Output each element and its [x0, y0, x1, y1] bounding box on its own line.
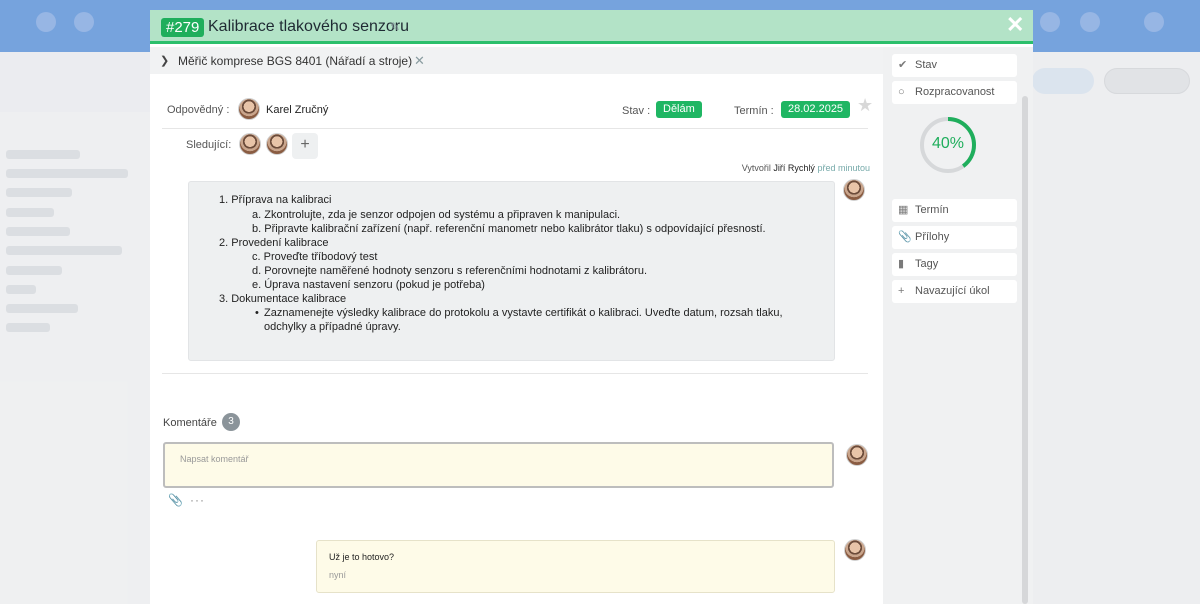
- check-icon: ✔: [898, 59, 908, 71]
- task-side-panel: ✔ Stav ○ Rozpracovanost 40% ▦ Termín 📎 P…: [883, 47, 1033, 604]
- deadline-button[interactable]: ▦ Termín: [892, 199, 1017, 222]
- attachments-button[interactable]: 📎 Přílohy: [892, 226, 1017, 249]
- follow-up-button[interactable]: + Navazující úkol: [892, 280, 1017, 303]
- description-line: a. Zkontrolujte, zda je senzor odpojen o…: [252, 209, 621, 221]
- status-button[interactable]: ✔ Stav: [892, 54, 1017, 77]
- breadcrumb: ❯ Měřič komprese BGS 8401 (Nářadí a stro…: [150, 47, 883, 74]
- description-line: c. Proveďte tříbodový test: [252, 251, 378, 263]
- description-line: 2. Provedení kalibrace: [219, 237, 329, 249]
- status-button-label: Stav: [915, 59, 938, 71]
- circle-icon: ○: [898, 86, 905, 98]
- description-line: d. Porovnejte naměřené hodnoty senzoru s…: [252, 265, 647, 277]
- status-label: Stav :: [622, 105, 651, 117]
- creator-time: před minutou: [817, 163, 870, 173]
- breadcrumb-project[interactable]: Měřič komprese BGS 8401 (Nářadí a stroje…: [178, 54, 412, 68]
- task-description[interactable]: 1. Příprava na kalibraci a. Zkontrolujte…: [188, 181, 835, 361]
- add-follower-button[interactable]: +: [292, 133, 318, 159]
- status-badge[interactable]: Dělám: [656, 101, 702, 118]
- description-line: odchylky a případné úpravy.: [264, 321, 401, 333]
- star-icon[interactable]: ★: [857, 95, 873, 116]
- chevron-right-icon[interactable]: ❯: [160, 54, 169, 67]
- divider: [162, 128, 868, 129]
- avatar[interactable]: [266, 133, 288, 155]
- comment-time: nyní: [329, 570, 347, 580]
- bookmark-icon: ▮: [898, 258, 905, 270]
- avatar: [846, 444, 868, 466]
- followers-label: Sledující:: [186, 139, 232, 151]
- comment-text: Už je to hotovo?: [329, 552, 395, 562]
- description-line: 1. Příprava na kalibraci: [219, 194, 332, 206]
- scrollbar[interactable]: [1022, 96, 1028, 604]
- comment-item: Už je to hotovo? nyní: [316, 540, 835, 593]
- plus-icon: +: [898, 285, 905, 297]
- description-line: e. Úprava nastavení senzoru (pokud je po…: [252, 279, 485, 291]
- progress-button[interactable]: ○ Rozpracovanost: [892, 81, 1017, 104]
- creator-info: Vytvořil Jiří Rychlý před minutou: [150, 163, 870, 173]
- avatar: [843, 179, 865, 201]
- progress-button-label: Rozpracovanost: [915, 86, 995, 98]
- creator-prefix: Vytvořil: [741, 163, 771, 173]
- calendar-icon: ▦: [898, 204, 909, 216]
- modal-header: #279 Kalibrace tlakového senzoru ✎ ✕: [150, 10, 1033, 44]
- responsible-name[interactable]: Karel Zručný: [266, 104, 328, 116]
- avatar: [238, 98, 260, 120]
- avatar[interactable]: [239, 133, 261, 155]
- tags-button[interactable]: ▮ Tagy: [892, 253, 1017, 276]
- comments-title: Komentáře: [163, 417, 217, 429]
- remove-project-icon[interactable]: ✕: [414, 53, 425, 69]
- description-line: Zaznamenejte výsledky kalibrace do proto…: [264, 307, 783, 319]
- responsible-label: Odpovědný :: [167, 104, 230, 116]
- more-icon[interactable]: ···: [190, 493, 205, 507]
- paperclip-icon: 📎: [898, 231, 912, 243]
- task-modal: #279 Kalibrace tlakového senzoru ✎ ✕ ❯ M…: [150, 10, 1033, 604]
- description-line: 3. Dokumentace kalibrace: [219, 293, 347, 305]
- description-line: b. Připravte kalibrační zařízení (např. …: [252, 223, 766, 235]
- bullet: •: [255, 307, 259, 319]
- deadline-label: Termín :: [734, 105, 774, 117]
- creator-name: Jiří Rychlý: [773, 163, 815, 173]
- avatar: [844, 539, 866, 561]
- progress-value: 40%: [931, 135, 965, 152]
- task-content: ❯ Měřič komprese BGS 8401 (Nářadí a stro…: [150, 47, 883, 604]
- follow-up-button-label: Navazující úkol: [915, 285, 990, 297]
- divider: [162, 373, 868, 374]
- close-button[interactable]: ✕: [1006, 14, 1024, 36]
- task-title[interactable]: Kalibrace tlakového senzoru: [208, 18, 409, 36]
- task-id-badge: #279: [161, 18, 205, 37]
- pencil-icon[interactable]: ✎: [390, 21, 401, 33]
- deadline-button-label: Termín: [915, 204, 949, 216]
- paperclip-icon[interactable]: 📎: [168, 493, 183, 507]
- comments-count: 3: [222, 413, 240, 431]
- deadline-badge[interactable]: 28.02.2025: [781, 101, 851, 118]
- tags-button-label: Tagy: [915, 258, 939, 270]
- comment-input[interactable]: Napsat komentář: [163, 442, 834, 488]
- attachments-button-label: Přílohy: [915, 231, 950, 243]
